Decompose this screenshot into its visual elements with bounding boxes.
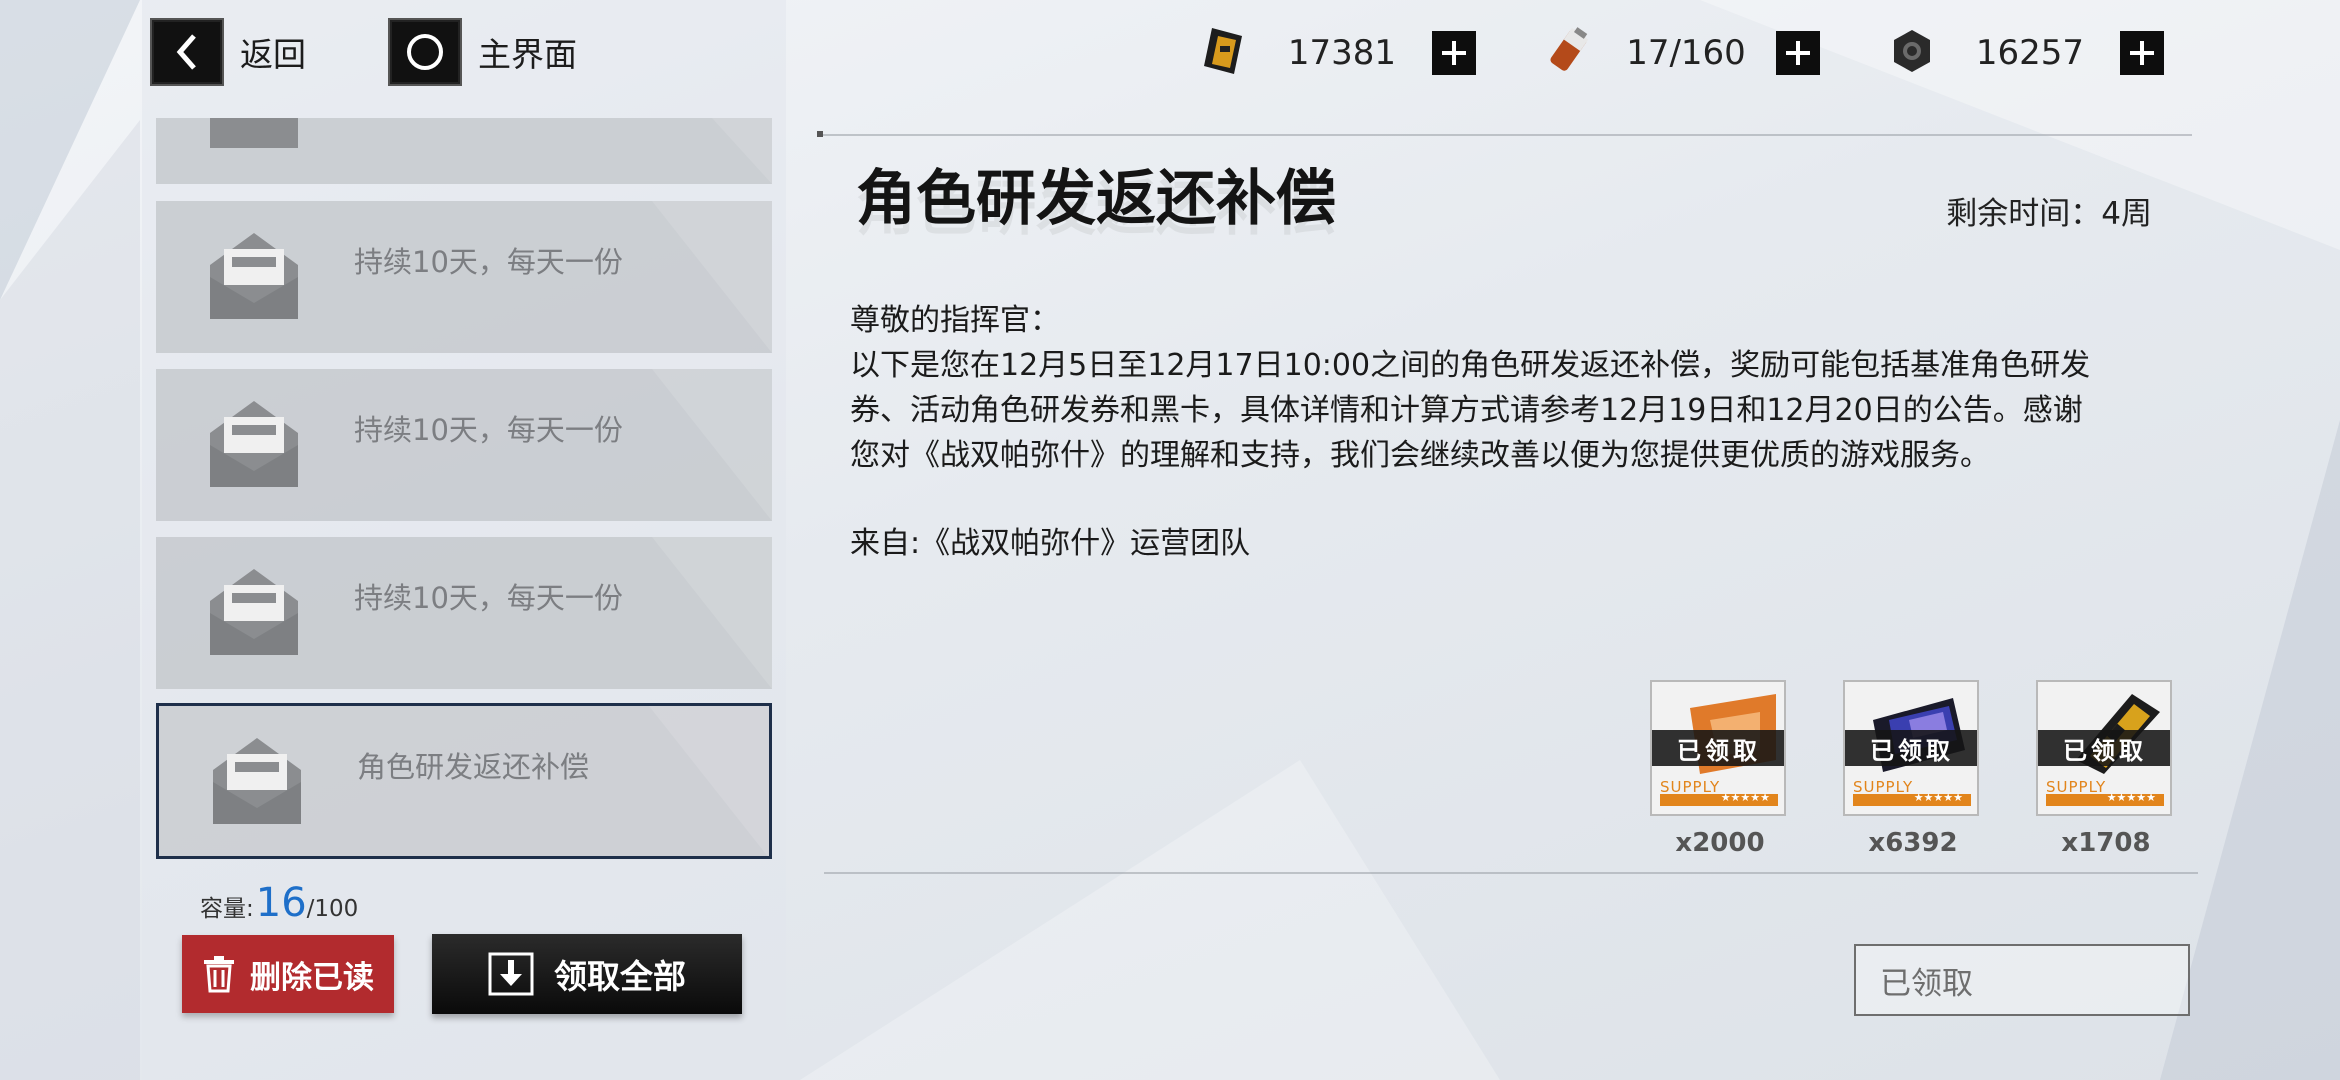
claimed-stamp: 已领取 — [1652, 730, 1784, 766]
home-button[interactable]: 主界面 — [388, 18, 577, 86]
trash-icon — [204, 956, 234, 993]
delete-read-button[interactable]: 删除已读 — [182, 935, 394, 1013]
claimed-stamp: 已领取 — [2038, 730, 2170, 766]
mail-item-decoration — [712, 118, 772, 184]
mail-body: 尊敬的指挥官： 以下是您在12月5日至12月17日10:00之间的角色研发返还补… — [850, 298, 2170, 478]
envelope-icon — [210, 118, 298, 148]
add-nut-button[interactable] — [2120, 31, 2164, 75]
reward-count: x1708 — [2061, 828, 2151, 858]
resource-nut: 16257 — [1884, 26, 2164, 80]
add-battery-button[interactable] — [1776, 31, 1820, 75]
resource-nut-value: 16257 — [1975, 33, 2085, 73]
mail-subject: 持续10天，每天一份 — [354, 581, 623, 615]
mail-item[interactable]: 持续10天，每天一份 — [156, 369, 772, 521]
divider-marker — [817, 131, 823, 137]
delete-read-label: 删除已读 — [250, 959, 374, 996]
reward-card: 已领取 SUPPLY ★★★★★ — [2036, 680, 2172, 816]
mail-body-line: 以下是您在12月5日至12月17日10:00之间的角色研发返还补偿，奖励可能包括… — [850, 348, 2091, 383]
resource-ticket: 17381 — [1196, 26, 1476, 80]
capacity-label: 容量: — [200, 896, 254, 922]
envelope-open-icon — [210, 233, 298, 319]
envelope-open-icon — [210, 401, 298, 487]
resource-battery: 17/160 — [1540, 26, 1820, 80]
mail-subject: 角色研发返还补偿 — [357, 750, 590, 784]
ticket-icon — [1196, 24, 1252, 82]
mail-item[interactable]: 持续10天，每天一份 — [156, 201, 772, 353]
rarity-stars: ★★★★★ — [2106, 791, 2156, 804]
claim-all-button[interactable]: 领取全部 — [432, 934, 742, 1014]
mail-item[interactable] — [156, 118, 772, 184]
mail-sender: 来自:《战双帕弥什》运营团队 — [850, 526, 1251, 561]
capacity-max: /100 — [306, 896, 359, 922]
mail-item-decoration — [649, 706, 769, 856]
mail-item[interactable]: 持续10天，每天一份 — [156, 537, 772, 689]
mail-body-line: 您对《战双帕弥什》的理解和支持，我们会继续改善以便为您提供更优质的游戏服务。 — [850, 438, 1990, 473]
mail-item-decoration — [652, 369, 772, 521]
mail-title: 角色研发返还补偿 — [856, 164, 1336, 234]
remaining-time: 剩余时间：4周 — [1946, 196, 2152, 232]
mail-greeting: 尊敬的指挥官： — [850, 303, 1060, 338]
back-label: 返回 — [240, 35, 306, 74]
reward-item[interactable]: 已领取 SUPPLY ★★★★★ x2000 — [1650, 680, 1790, 858]
reward-card: 已领取 SUPPLY ★★★★★ — [1650, 680, 1786, 816]
divider — [824, 872, 2198, 874]
add-ticket-button[interactable] — [1432, 31, 1476, 75]
mail-item-selected[interactable]: 角色研发返还补偿 — [156, 703, 772, 859]
battery-icon — [1540, 24, 1596, 82]
mail-capacity: 容量: 16 /100 — [200, 880, 358, 926]
reward-item[interactable]: 已领取 SUPPLY ★★★★★ x1708 — [2036, 680, 2176, 858]
mail-item-decoration — [652, 537, 772, 689]
back-button[interactable]: 返回 — [150, 18, 306, 86]
nut-icon — [1884, 24, 1940, 82]
home-circle-icon — [388, 18, 462, 86]
divider — [820, 134, 2192, 136]
claimed-stamp: 已领取 — [1845, 730, 1977, 766]
download-icon — [488, 952, 534, 996]
reward-card: 已领取 SUPPLY ★★★★★ — [1843, 680, 1979, 816]
resource-ticket-value: 17381 — [1287, 33, 1397, 73]
capacity-count: 16 — [255, 880, 307, 926]
reward-count: x6392 — [1868, 828, 1958, 858]
resource-battery-value: 17/160 — [1626, 33, 1746, 73]
home-label: 主界面 — [478, 35, 577, 74]
claim-all-label: 领取全部 — [554, 957, 686, 996]
envelope-open-icon — [213, 738, 301, 824]
reward-item[interactable]: 已领取 SUPPLY ★★★★★ x6392 — [1843, 680, 1983, 858]
envelope-open-icon — [210, 569, 298, 655]
mail-item-decoration — [652, 201, 772, 353]
back-arrow-icon — [150, 18, 224, 86]
rarity-stars: ★★★★★ — [1913, 791, 1963, 804]
reward-count: x2000 — [1675, 828, 1765, 858]
mail-body-line: 券、活动角色研发券和黑卡，具体详情和计算方式请参考12月19日和12月20日的公… — [850, 393, 2083, 428]
mail-subject: 持续10天，每天一份 — [354, 413, 623, 447]
mail-subject: 持续10天，每天一份 — [354, 245, 623, 279]
rarity-stars: ★★★★★ — [1720, 791, 1770, 804]
claimed-button[interactable]: 已领取 — [1854, 944, 2190, 1016]
